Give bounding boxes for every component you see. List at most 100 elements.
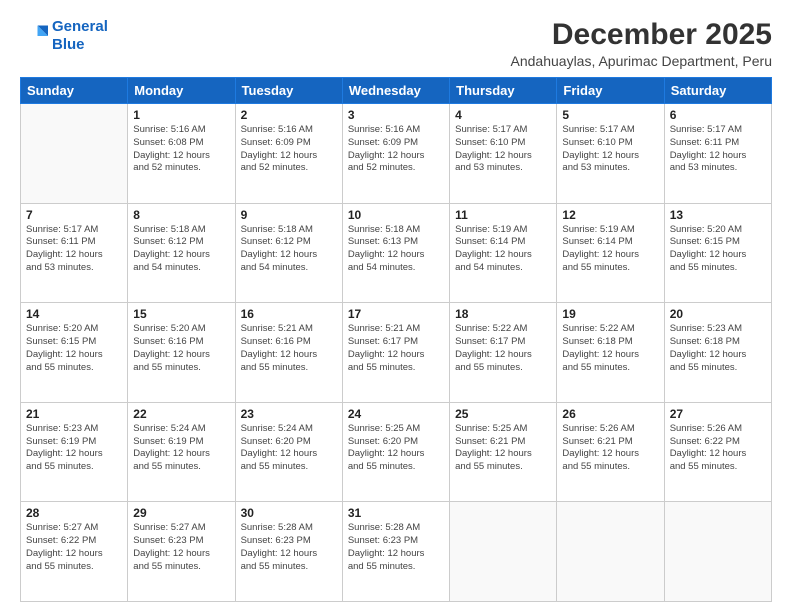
weekday-header-row: SundayMondayTuesdayWednesdayThursdayFrid… [21, 78, 772, 104]
calendar-week-row: 7 Sunrise: 5:17 AMSunset: 6:11 PMDaylight… [21, 203, 772, 303]
day-number: 29 [133, 506, 229, 520]
calendar-cell: 25 Sunrise: 5:25 AMSunset: 6:21 PMDayligh… [450, 402, 557, 502]
day-info: Sunrise: 5:19 AMSunset: 6:14 PMDaylight:… [455, 224, 551, 275]
day-number: 22 [133, 407, 229, 421]
day-info: Sunrise: 5:18 AMSunset: 6:13 PMDaylight:… [348, 224, 444, 275]
day-info: Sunrise: 5:17 AMSunset: 6:10 PMDaylight:… [562, 124, 658, 175]
calendar-cell: 11Sunrise: 5:19 AMSunset: 6:14 PMDayligh… [450, 203, 557, 303]
calendar-cell [557, 502, 664, 602]
calendar-cell: 27Sunrise: 5:26 AMSunset: 6:22 PMDayligh… [664, 402, 771, 502]
calendar-cell: 1 Sunrise: 5:16 AMSunset: 6:08 PMDaylight… [128, 104, 235, 204]
calendar-cell: 18 Sunrise: 5:22 AMSunset: 6:17 PMDayligh… [450, 303, 557, 403]
day-number: 21 [26, 407, 122, 421]
day-number: 30 [241, 506, 337, 520]
calendar-cell: 29 Sunrise: 5:27 AMSunset: 6:23 PMDayligh… [128, 502, 235, 602]
calendar-week-row: 21 Sunrise: 5:23 AMSunset: 6:19 PMDayligh… [21, 402, 772, 502]
day-number: 3 [348, 108, 444, 122]
day-info: Sunrise: 5:20 AMSunset: 6:15 PMDaylight:… [26, 323, 122, 374]
day-number: 28 [26, 506, 122, 520]
day-info: Sunrise: 5:20 AMSunset: 6:15 PMDaylight:… [670, 224, 766, 275]
title-section: December 2025 Andahuaylas, Apurimac Depa… [511, 18, 772, 69]
calendar-cell: 30 Sunrise: 5:28 AMSunset: 6:23 PMDayligh… [235, 502, 342, 602]
calendar-cell [450, 502, 557, 602]
day-info: Sunrise: 5:24 AMSunset: 6:19 PMDaylight:… [133, 423, 229, 474]
weekday-header-friday: Friday [557, 78, 664, 104]
day-number: 12 [562, 208, 658, 222]
day-info: Sunrise: 5:22 AMSunset: 6:17 PMDaylight:… [455, 323, 551, 374]
calendar-cell [21, 104, 128, 204]
day-number: 16 [241, 307, 337, 321]
day-info: Sunrise: 5:17 AMSunset: 6:11 PMDaylight:… [670, 124, 766, 175]
calendar-table: SundayMondayTuesdayWednesdayThursdayFrid… [20, 77, 772, 602]
weekday-header-wednesday: Wednesday [342, 78, 449, 104]
calendar-cell: 16 Sunrise: 5:21 AMSunset: 6:16 PMDayligh… [235, 303, 342, 403]
day-info: Sunrise: 5:27 AMSunset: 6:23 PMDaylight:… [133, 522, 229, 573]
calendar-cell: 19 Sunrise: 5:22 AMSunset: 6:18 PMDayligh… [557, 303, 664, 403]
logo-icon [20, 22, 48, 50]
day-info: Sunrise: 5:16 AMSunset: 6:09 PMDaylight:… [348, 124, 444, 175]
month-title: December 2025 [511, 18, 772, 51]
day-number: 10 [348, 208, 444, 222]
day-number: 24 [348, 407, 444, 421]
day-number: 31 [348, 506, 444, 520]
calendar-cell: 23 Sunrise: 5:24 AMSunset: 6:20 PMDayligh… [235, 402, 342, 502]
day-info: Sunrise: 5:26 AMSunset: 6:22 PMDaylight:… [670, 423, 766, 474]
day-info: Sunrise: 5:25 AMSunset: 6:21 PMDaylight:… [455, 423, 551, 474]
day-info: Sunrise: 5:16 AMSunset: 6:08 PMDaylight:… [133, 124, 229, 175]
day-number: 14 [26, 307, 122, 321]
day-info: Sunrise: 5:19 AMSunset: 6:14 PMDaylight:… [562, 224, 658, 275]
calendar-cell: 31Sunrise: 5:28 AMSunset: 6:23 PMDayligh… [342, 502, 449, 602]
calendar-cell: 6Sunrise: 5:17 AMSunset: 6:11 PMDaylight… [664, 104, 771, 204]
logo: General Blue [20, 18, 108, 54]
calendar-cell: 15Sunrise: 5:20 AMSunset: 6:16 PMDayligh… [128, 303, 235, 403]
day-number: 25 [455, 407, 551, 421]
day-info: Sunrise: 5:26 AMSunset: 6:21 PMDaylight:… [562, 423, 658, 474]
day-info: Sunrise: 5:23 AMSunset: 6:19 PMDaylight:… [26, 423, 122, 474]
weekday-header-saturday: Saturday [664, 78, 771, 104]
weekday-header-thursday: Thursday [450, 78, 557, 104]
calendar-cell: 24 Sunrise: 5:25 AMSunset: 6:20 PMDayligh… [342, 402, 449, 502]
day-info: Sunrise: 5:18 AMSunset: 6:12 PMDaylight:… [133, 224, 229, 275]
calendar-cell: 10 Sunrise: 5:18 AMSunset: 6:13 PMDayligh… [342, 203, 449, 303]
calendar-cell: 7 Sunrise: 5:17 AMSunset: 6:11 PMDaylight… [21, 203, 128, 303]
day-number: 23 [241, 407, 337, 421]
day-info: Sunrise: 5:17 AMSunset: 6:10 PMDaylight:… [455, 124, 551, 175]
header: General Blue December 2025 Andahuaylas, … [20, 18, 772, 69]
day-number: 18 [455, 307, 551, 321]
calendar-cell: 14 Sunrise: 5:20 AMSunset: 6:15 PMDayligh… [21, 303, 128, 403]
calendar-cell: 20Sunrise: 5:23 AMSunset: 6:18 PMDayligh… [664, 303, 771, 403]
day-info: Sunrise: 5:17 AMSunset: 6:11 PMDaylight:… [26, 224, 122, 275]
day-info: Sunrise: 5:21 AMSunset: 6:16 PMDaylight:… [241, 323, 337, 374]
day-info: Sunrise: 5:16 AMSunset: 6:09 PMDaylight:… [241, 124, 337, 175]
day-number: 15 [133, 307, 229, 321]
day-info: Sunrise: 5:28 AMSunset: 6:23 PMDaylight:… [241, 522, 337, 573]
weekday-header-tuesday: Tuesday [235, 78, 342, 104]
calendar-cell: 5Sunrise: 5:17 AMSunset: 6:10 PMDaylight… [557, 104, 664, 204]
day-number: 19 [562, 307, 658, 321]
calendar-week-row: 28 Sunrise: 5:27 AMSunset: 6:22 PMDayligh… [21, 502, 772, 602]
day-info: Sunrise: 5:22 AMSunset: 6:18 PMDaylight:… [562, 323, 658, 374]
day-number: 4 [455, 108, 551, 122]
day-info: Sunrise: 5:27 AMSunset: 6:22 PMDaylight:… [26, 522, 122, 573]
calendar-cell: 26 Sunrise: 5:26 AMSunset: 6:21 PMDayligh… [557, 402, 664, 502]
calendar-cell: 22 Sunrise: 5:24 AMSunset: 6:19 PMDayligh… [128, 402, 235, 502]
calendar-cell: 2 Sunrise: 5:16 AMSunset: 6:09 PMDaylight… [235, 104, 342, 204]
day-info: Sunrise: 5:25 AMSunset: 6:20 PMDaylight:… [348, 423, 444, 474]
calendar-cell: 17Sunrise: 5:21 AMSunset: 6:17 PMDayligh… [342, 303, 449, 403]
day-number: 2 [241, 108, 337, 122]
calendar-week-row: 1 Sunrise: 5:16 AMSunset: 6:08 PMDaylight… [21, 104, 772, 204]
calendar-cell: 9Sunrise: 5:18 AMSunset: 6:12 PMDaylight… [235, 203, 342, 303]
day-number: 26 [562, 407, 658, 421]
logo-line1: General [52, 18, 108, 35]
subtitle: Andahuaylas, Apurimac Department, Peru [511, 53, 772, 69]
day-number: 7 [26, 208, 122, 222]
calendar-cell: 21 Sunrise: 5:23 AMSunset: 6:19 PMDayligh… [21, 402, 128, 502]
calendar-week-row: 14 Sunrise: 5:20 AMSunset: 6:15 PMDayligh… [21, 303, 772, 403]
day-info: Sunrise: 5:24 AMSunset: 6:20 PMDaylight:… [241, 423, 337, 474]
day-number: 8 [133, 208, 229, 222]
logo-line2: Blue [52, 36, 85, 53]
calendar-cell: 12 Sunrise: 5:19 AMSunset: 6:14 PMDayligh… [557, 203, 664, 303]
day-number: 13 [670, 208, 766, 222]
calendar-cell: 28 Sunrise: 5:27 AMSunset: 6:22 PMDayligh… [21, 502, 128, 602]
day-number: 1 [133, 108, 229, 122]
